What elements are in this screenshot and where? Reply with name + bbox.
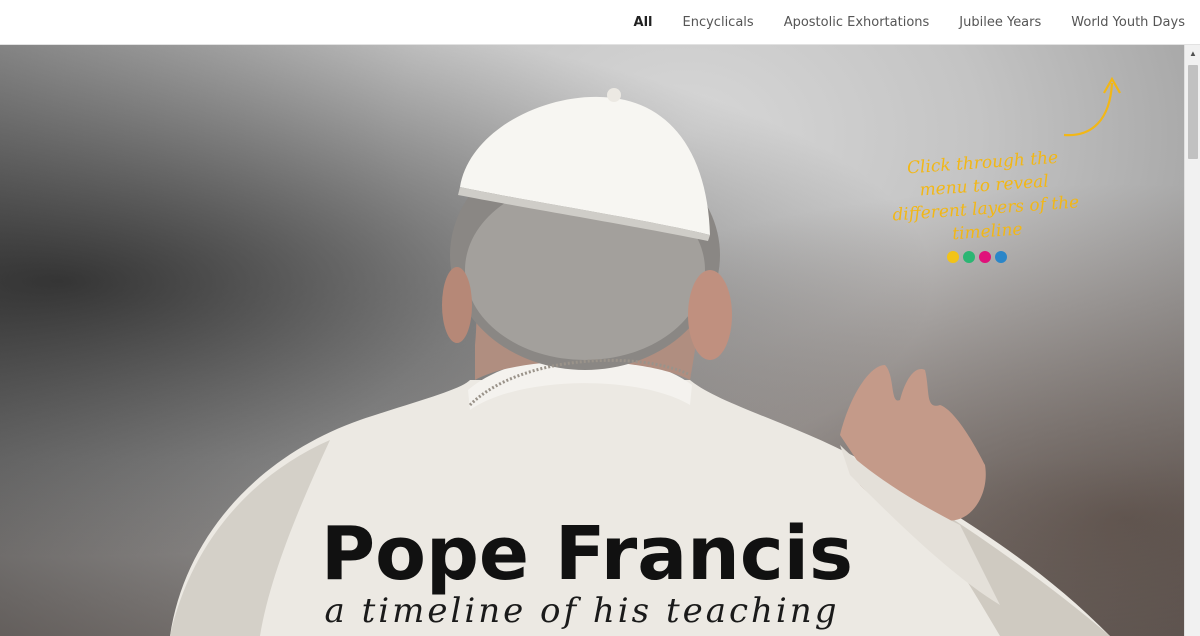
page-subtitle: a timeline of his teaching — [324, 591, 840, 631]
scroll-up-arrow-icon[interactable]: ▲ — [1185, 45, 1200, 62]
title-block: Pope Francis a timeline of his teaching — [0, 511, 1184, 631]
vertical-scrollbar[interactable]: ▲ — [1184, 45, 1200, 636]
left-ear — [442, 267, 472, 343]
hero-section: Click through the menu to reveal differe… — [0, 45, 1184, 636]
filter-menu: All Encyclicals Apostolic Exhortations J… — [604, 0, 1185, 44]
nav-item-jubilee-years[interactable]: Jubilee Years — [959, 15, 1041, 30]
nav-item-all[interactable]: All — [634, 15, 653, 30]
curved-arrow-icon — [1063, 76, 1121, 137]
page-title: Pope Francis — [320, 511, 854, 597]
nav-item-world-youth-days[interactable]: World Youth Days — [1071, 15, 1185, 30]
right-ear — [688, 270, 732, 360]
blue-dot — [995, 251, 1007, 263]
zucchetto-stem — [607, 88, 621, 102]
magenta-dot — [979, 251, 991, 263]
menu-hint-annotation: Click through the menu to reveal differe… — [891, 147, 1080, 245]
nav-item-apostolic-exhortations[interactable]: Apostolic Exhortations — [784, 15, 930, 30]
yellow-dot — [947, 251, 959, 263]
top-navigation-bar: All Encyclicals Apostolic Exhortations J… — [0, 0, 1200, 45]
layer-color-dots — [947, 251, 1007, 263]
scrollbar-thumb[interactable] — [1188, 65, 1198, 159]
green-dot — [963, 251, 975, 263]
nav-item-encyclicals[interactable]: Encyclicals — [683, 15, 754, 30]
